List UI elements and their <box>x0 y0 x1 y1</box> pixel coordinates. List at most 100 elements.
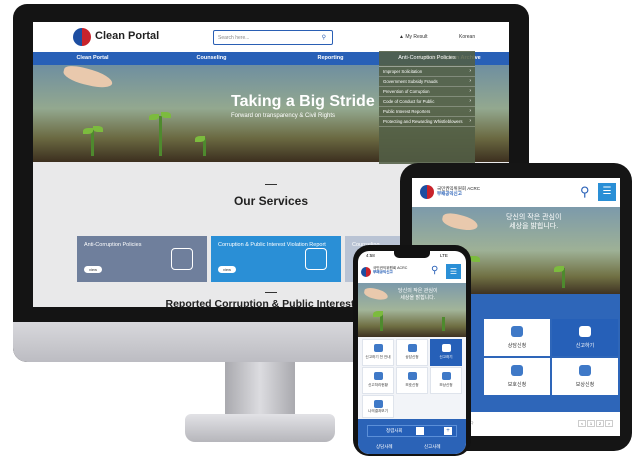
search-icon[interactable]: ⚲ <box>431 265 438 276</box>
leaf-image <box>93 126 103 132</box>
hero-line1: 당신의 작은 관심이 <box>506 214 562 221</box>
tablet-header: 국민권익위원회 ACRC 부패공익신고 ⚲ ☰ <box>412 178 620 207</box>
hand-image <box>440 211 480 233</box>
tile-protection[interactable]: 보호신청 <box>484 358 550 395</box>
status-signal: LTE <box>440 253 448 258</box>
tablet-logo[interactable]: 국민권익위원회 ACRC 부패공익신고 <box>437 186 480 197</box>
phone-notch <box>394 251 430 258</box>
bottom-toggle-icon[interactable] <box>416 427 424 435</box>
phone-header: 국민권익위원회 ACRC 부패공익신고 ⚲ ☰ <box>358 261 466 283</box>
tile-report[interactable]: 신고하기 <box>552 319 618 356</box>
leaf-image <box>373 311 383 317</box>
tile-label: 신고하기 <box>575 343 595 349</box>
hamburger-menu-icon[interactable]: ☰ <box>446 264 461 279</box>
report-document-icon <box>305 248 327 270</box>
handshake-icon <box>171 248 193 270</box>
tile-guide[interactable]: 신고하기 전 안내 <box>362 339 394 366</box>
tile-label: 보상신청 <box>439 383 453 387</box>
card-view-button[interactable]: view <box>218 266 236 273</box>
hero-line2: 세상을 밝힙니다. <box>400 294 436 301</box>
title-divider <box>265 184 277 185</box>
taegeuk-logo-icon <box>420 185 434 199</box>
site-logo-text[interactable]: Clean Portal <box>95 30 159 42</box>
language-link[interactable]: Korean <box>459 34 475 40</box>
policy-item[interactable]: Public Interest Reporters <box>379 107 475 117</box>
reward-icon <box>442 372 451 380</box>
logo-line2: 부패공익신고 <box>373 270 393 275</box>
monitor-icon <box>374 400 383 408</box>
hand-image <box>61 65 115 91</box>
upload-icon <box>442 344 451 352</box>
policy-item[interactable]: Prevention of Corruption <box>379 87 475 97</box>
policy-item[interactable]: Improper Solicitation <box>379 67 475 77</box>
leaf-image <box>470 256 480 262</box>
protection-icon <box>511 365 523 376</box>
service-card-report[interactable]: Corruption & Public Interest Violation R… <box>211 236 341 282</box>
search-input[interactable]: Search here... ⚲ <box>213 30 333 45</box>
guide-icon <box>374 344 383 352</box>
phone-service-grid: 신고하기 전 안내 상담신청 신고하기 신고처리현황 보호신청 보상신청 나의결… <box>358 337 466 419</box>
tab-counseling-cases[interactable]: 상담사례 <box>376 444 393 450</box>
nav-item-clean-portal[interactable]: Clean Portal <box>33 52 152 65</box>
phone-hero: 당신의 작은 관심이 세상을 밝힙니다. <box>358 283 466 337</box>
phone-device: 4:58 LTE 국민권익위원회 ACRC 부패공익신고 ⚲ ☰ 당신의 작은 … <box>353 245 471 456</box>
policy-panel: Anti-Corruption Policies Improper Solici… <box>379 51 475 164</box>
policy-item[interactable]: Protecting and Rewarding Whistleblowers <box>379 117 475 127</box>
chat-icon <box>511 326 523 337</box>
tile-counseling[interactable]: 상담신청 <box>484 319 550 356</box>
device-mockup-stage: Clean Portal Search here... ⚲ ▲ My Resul… <box>0 0 638 456</box>
upload-icon <box>579 326 591 337</box>
tablet-hero-text: 당신의 작은 관심이 세상을 밝힙니다. <box>506 213 561 231</box>
page-next-button[interactable]: > <box>605 420 613 427</box>
tile-label: 신고하기 전 안내 <box>365 355 391 359</box>
policy-item[interactable]: Government Subsidy Frauds <box>379 77 475 87</box>
tile-label: 신고하기 <box>439 355 453 359</box>
hero-line2: 세상을 밝힙니다. <box>509 223 559 231</box>
hero-title: Taking a Big Stride <box>231 93 375 110</box>
tile-label: 신고처리현황 <box>368 383 388 387</box>
taegeuk-logo-icon <box>73 28 91 46</box>
tile-my-result[interactable]: 나의결과보기 <box>362 395 394 418</box>
search-placeholder: Search here... <box>218 35 250 41</box>
tab-report-cases[interactable]: 신고사례 <box>424 444 441 450</box>
reward-icon <box>579 365 591 376</box>
card-view-button[interactable]: view <box>84 266 102 273</box>
search-icon[interactable]: ⚲ <box>580 184 590 200</box>
sprout-image <box>159 116 162 156</box>
tile-report[interactable]: 신고하기 <box>430 339 462 366</box>
monitor-stand-neck <box>225 362 295 416</box>
page-number[interactable]: 2 <box>596 420 604 427</box>
hero-subtitle: Forward on transparency & Civil Rights <box>231 113 336 119</box>
nav-item-reporting[interactable]: Reporting <box>271 52 390 65</box>
phone-bottom-bar: 청렴사회 + 상담사례 신고사례 <box>358 419 466 454</box>
leaf-image <box>554 266 564 272</box>
monitor-stand-base <box>185 414 335 442</box>
plus-icon[interactable]: + <box>444 427 452 435</box>
protection-icon <box>408 372 417 380</box>
hamburger-menu-icon[interactable]: ☰ <box>598 183 616 201</box>
desktop-header: Clean Portal Search here... ⚲ ▲ My Resul… <box>33 22 509 52</box>
search-icon[interactable]: ⚲ <box>322 34 326 41</box>
page-prev-button[interactable]: < <box>578 420 586 427</box>
tile-protection[interactable]: 보호신청 <box>396 367 428 394</box>
sprout-image <box>91 130 94 156</box>
tile-status[interactable]: 신고처리현황 <box>362 367 394 394</box>
tile-reward[interactable]: 보상신청 <box>430 367 462 394</box>
phone-status-bar: 4:58 LTE <box>358 251 466 261</box>
phone-screen: 4:58 LTE 국민권익위원회 ACRC 부패공익신고 ⚲ ☰ 당신의 작은 … <box>358 251 466 454</box>
leaf-image <box>161 112 171 118</box>
service-card-policies[interactable]: Anti-Corruption Policies view <box>77 236 207 282</box>
phone-hero-text: 당신의 작은 관심이 세상을 밝힙니다. <box>398 288 438 301</box>
my-result-link[interactable]: ▲ My Result <box>399 34 428 40</box>
tile-counseling[interactable]: 상담신청 <box>396 339 428 366</box>
sprout-image <box>442 317 445 331</box>
leaf-image <box>149 114 159 120</box>
hand-image <box>363 286 389 302</box>
page-number[interactable]: 1 <box>587 420 595 427</box>
chat-icon <box>408 344 417 352</box>
tile-reward[interactable]: 보상신청 <box>552 358 618 395</box>
phone-logo[interactable]: 국민권익위원회 ACRC 부패공익신고 <box>373 266 407 275</box>
policy-item[interactable]: Code of Conduct for Public <box>379 97 475 107</box>
nav-item-counseling[interactable]: Counseling <box>152 52 271 65</box>
status-icon <box>374 372 383 380</box>
